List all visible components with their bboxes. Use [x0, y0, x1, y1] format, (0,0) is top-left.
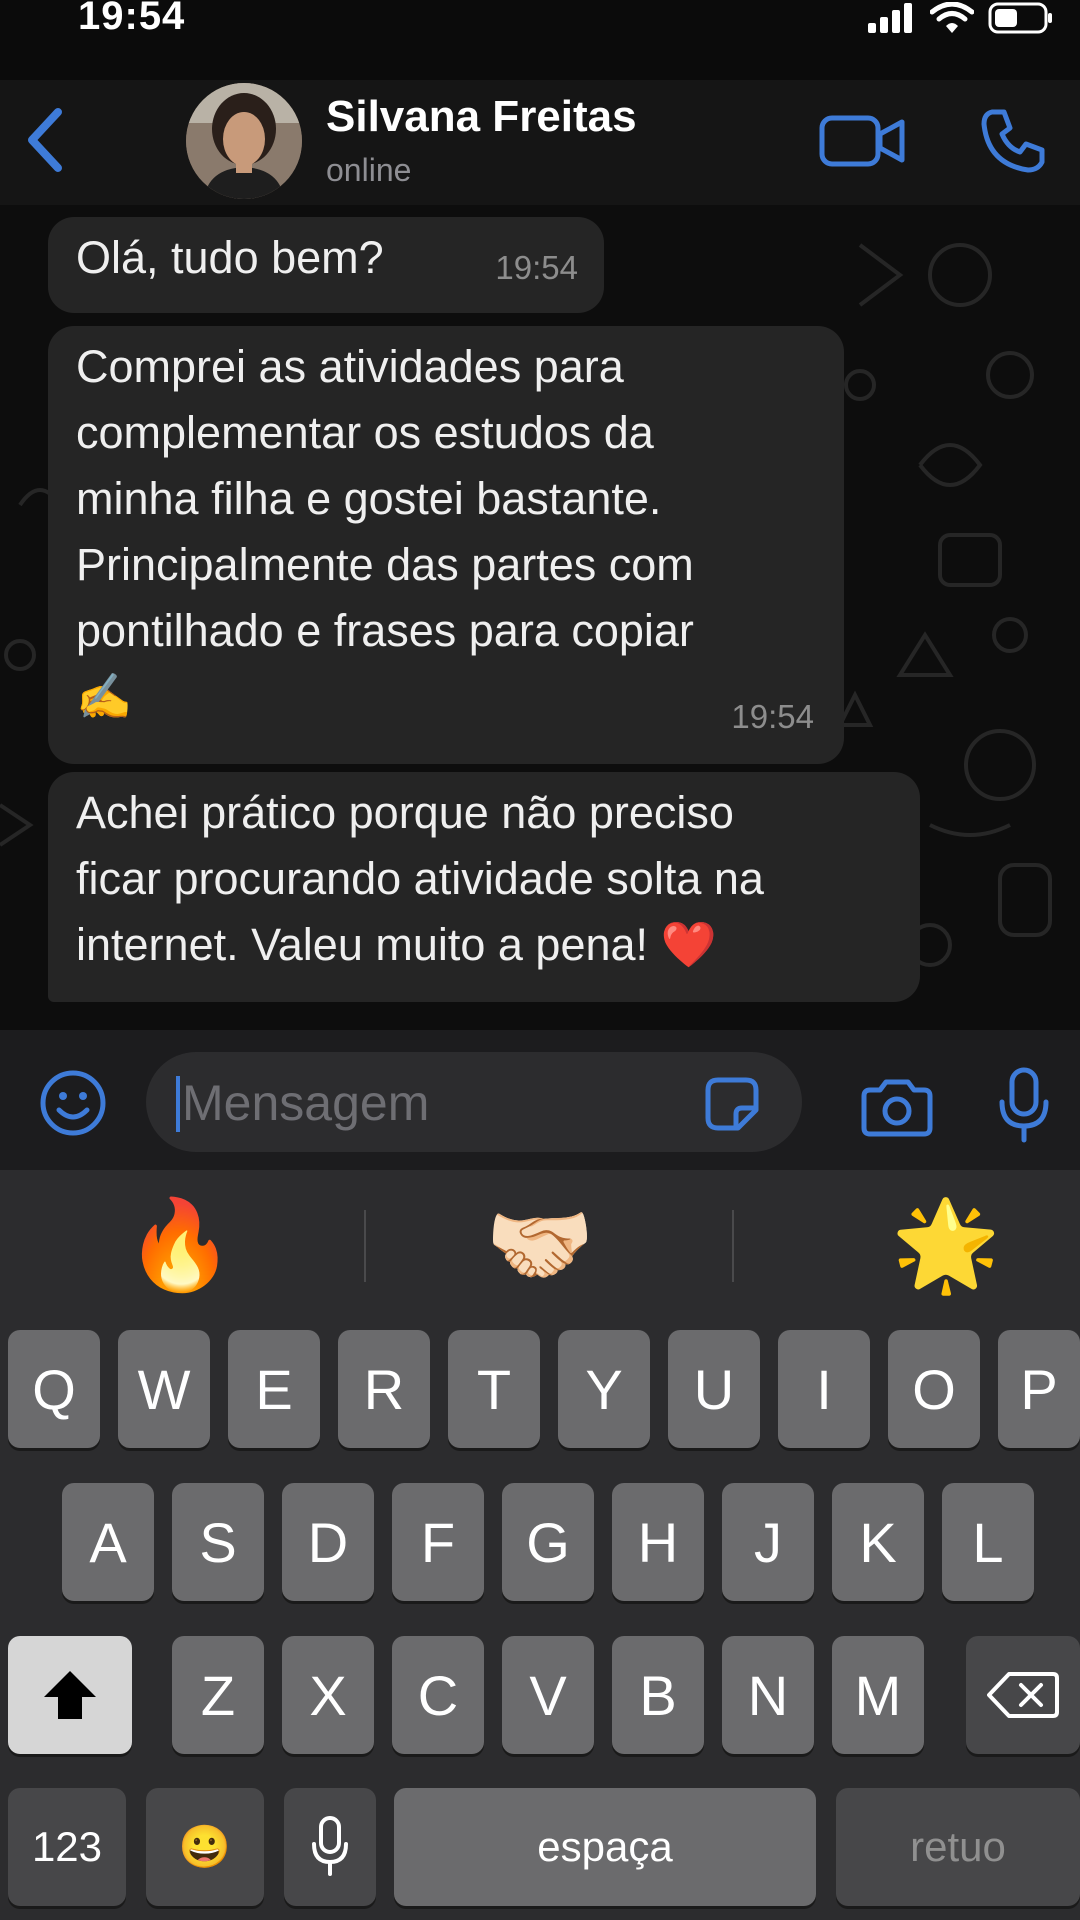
key-l[interactable]: L	[942, 1483, 1034, 1601]
suggestion-star-emoji[interactable]: 🌟	[766, 1170, 1080, 1320]
key-a[interactable]: A	[62, 1483, 154, 1601]
key-m[interactable]: M	[832, 1636, 924, 1754]
text-caret	[176, 1076, 180, 1132]
key-q[interactable]: Q	[8, 1330, 100, 1448]
key-t[interactable]: T	[448, 1330, 540, 1448]
battery-icon	[988, 2, 1052, 34]
camera-button[interactable]	[858, 1078, 936, 1138]
signal-icon	[868, 3, 912, 33]
key-c[interactable]: C	[392, 1636, 484, 1754]
message-time: 19:54	[731, 698, 814, 735]
status-icons	[868, 0, 1054, 36]
wifi-icon	[930, 2, 974, 33]
message-bubble[interactable]: Comprei as atividades para complementar …	[48, 326, 844, 764]
shift-key[interactable]	[8, 1636, 132, 1754]
microphone-icon	[999, 1067, 1049, 1143]
key-v[interactable]: V	[502, 1636, 594, 1754]
keyboard: 🔥 🤝🏻 🌟 Q W E R T Y U I O P A S D F G H J…	[0, 1170, 1080, 1920]
status-bar: 19:54	[0, 0, 1080, 80]
emoji-button[interactable]	[38, 1068, 108, 1138]
key-d[interactable]: D	[282, 1483, 374, 1601]
message-input-bar: Mensagem	[0, 1030, 1080, 1170]
chat-area[interactable]: Olá, tudo bem? 19:54 Comprei as atividad…	[0, 205, 1080, 1030]
key-x[interactable]: X	[282, 1636, 374, 1754]
backspace-icon	[987, 1672, 1059, 1718]
message-text: Achei prático porque não preciso ficar p…	[76, 787, 764, 970]
avatar-photo	[186, 83, 302, 199]
key-u[interactable]: U	[668, 1330, 760, 1448]
microphone-icon	[312, 1816, 348, 1876]
emoji-suggestions: 🔥 🤝🏻 🌟	[0, 1170, 1080, 1320]
message-text: Olá, tudo bem?	[76, 232, 384, 283]
status-time: 19:54	[78, 0, 186, 38]
key-r[interactable]: R	[338, 1330, 430, 1448]
return-key[interactable]: retuo	[836, 1788, 1080, 1906]
key-z[interactable]: Z	[172, 1636, 264, 1754]
key-g[interactable]: G	[502, 1483, 594, 1601]
key-e[interactable]: E	[228, 1330, 320, 1448]
message-input[interactable]: Mensagem	[146, 1052, 802, 1152]
numbers-key[interactable]: 123	[8, 1788, 126, 1906]
key-w[interactable]: W	[118, 1330, 210, 1448]
message-text: Comprei as atividades para complementar …	[76, 341, 694, 722]
key-k[interactable]: K	[832, 1483, 924, 1601]
key-j[interactable]: J	[722, 1483, 814, 1601]
suggestion-divider	[732, 1210, 734, 1282]
shift-icon	[44, 1671, 96, 1719]
suggestion-fire-emoji[interactable]: 🔥	[0, 1170, 360, 1320]
sticker-icon	[705, 1077, 759, 1131]
microphone-button[interactable]	[996, 1066, 1052, 1146]
sticker-button[interactable]	[702, 1074, 762, 1134]
phone-icon	[981, 109, 1045, 173]
key-n[interactable]: N	[722, 1636, 814, 1754]
back-chevron-icon	[28, 108, 62, 172]
avatar[interactable]	[186, 83, 302, 199]
backspace-key[interactable]	[966, 1636, 1080, 1754]
suggestion-handshake-emoji[interactable]: 🤝🏻	[360, 1170, 720, 1320]
key-p[interactable]: P	[998, 1330, 1080, 1448]
video-call-icon	[819, 115, 905, 167]
message-input-placeholder: Mensagem	[182, 1075, 430, 1131]
dictation-key[interactable]	[284, 1788, 376, 1906]
back-button[interactable]	[18, 100, 78, 180]
message-bubble[interactable]: Achei prático porque não preciso ficar p…	[48, 772, 920, 1002]
contact-status: online	[326, 152, 412, 188]
chat-header: Silvana Freitas online	[0, 80, 1080, 205]
camera-icon	[861, 1079, 933, 1137]
space-key[interactable]: espaça	[394, 1788, 816, 1906]
video-call-button[interactable]	[818, 112, 906, 170]
key-f[interactable]: F	[392, 1483, 484, 1601]
emoji-icon	[40, 1070, 106, 1136]
contact-name[interactable]: Silvana Freitas	[326, 92, 637, 142]
emoji-key[interactable]: 😀	[146, 1788, 264, 1906]
key-s[interactable]: S	[172, 1483, 264, 1601]
key-i[interactable]: I	[778, 1330, 870, 1448]
key-o[interactable]: O	[888, 1330, 980, 1448]
key-y[interactable]: Y	[558, 1330, 650, 1448]
voice-call-button[interactable]	[978, 106, 1048, 176]
message-bubble[interactable]: Olá, tudo bem? 19:54	[48, 217, 604, 313]
message-time: 19:54	[495, 249, 578, 286]
key-b[interactable]: B	[612, 1636, 704, 1754]
key-h[interactable]: H	[612, 1483, 704, 1601]
